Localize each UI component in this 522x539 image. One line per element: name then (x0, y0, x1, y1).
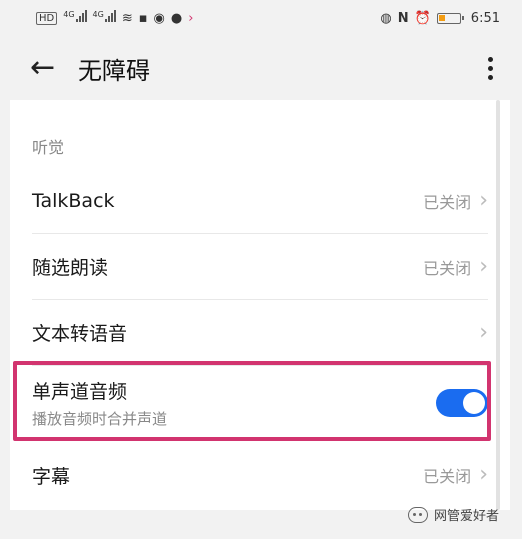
row-label: TalkBack (32, 189, 115, 212)
settings-panel: 听觉 TalkBack 已关闭 › 随选朗读 已关闭 › 文本转语音 › 单声道… (10, 100, 510, 510)
wifi-icon: ≋ (121, 10, 133, 26)
row-right: 已关闭 › (423, 255, 488, 279)
scrollbar[interactable] (496, 100, 500, 510)
chevron-right-icon: › (479, 319, 488, 345)
row-mono-audio[interactable]: 单声道音频 播放音频时合并声道 (32, 364, 488, 442)
status-time: 6:51 (470, 10, 500, 26)
cell-signal-1: 4G (63, 10, 87, 26)
alarm-icon: ⏰ (414, 10, 431, 26)
chevron-right-icon: › (479, 187, 488, 213)
row-talkback[interactable]: TalkBack 已关闭 › (32, 168, 488, 234)
net1-label: 4G (63, 10, 75, 19)
row-text-to-speech[interactable]: 文本转语音 › (32, 300, 488, 366)
status-bar: HD 4G 4G ≋ ▪ ◉ ● › ◍ N ⏰ 6:51 (0, 0, 522, 36)
signal-icon (75, 10, 87, 22)
row-label: 字幕 (32, 465, 71, 488)
row-label: 文本转语音 (32, 323, 128, 345)
row-right: 已关闭 › (423, 189, 488, 213)
toggle-knob (463, 392, 485, 414)
watermark-text: 网管爱好者 (434, 509, 500, 524)
row-status: 已关闭 (423, 258, 472, 278)
row-status: 已关闭 (423, 467, 472, 486)
status-left: HD 4G 4G ≋ ▪ ◉ ● › (36, 10, 193, 26)
nfc-icon: N (397, 10, 409, 26)
net2-label: 4G (92, 10, 104, 19)
vibrate-icon: ◍ (380, 10, 392, 26)
hd-badge: HD (36, 11, 58, 25)
status-right: ◍ N ⏰ 6:51 (380, 11, 500, 26)
app-header: ← 无障碍 (0, 36, 522, 100)
mono-audio-title: 单声道音频 (32, 381, 128, 403)
battery-icon (436, 12, 464, 24)
wechat-icon (408, 506, 428, 523)
row-status: 已关闭 (423, 192, 472, 212)
app-icon-2: ● (170, 10, 183, 26)
row-captions[interactable]: 字幕 已关闭 › (32, 442, 488, 508)
row-right: 已关闭 › (423, 463, 488, 487)
watermark: 网管爱好者 (408, 505, 499, 524)
row-label: 随选朗读 (32, 257, 109, 279)
app-icon: ◉ (153, 10, 165, 26)
row-select-to-speak[interactable]: 随选朗读 已关闭 › (32, 234, 488, 300)
notify-arrow-icon: › (188, 10, 194, 26)
mono-audio-toggle[interactable] (436, 389, 488, 417)
briefcase-icon: ▪ (138, 10, 148, 26)
row-right: › (471, 319, 488, 345)
chevron-right-icon: › (479, 462, 488, 487)
chevron-right-icon: › (479, 253, 488, 279)
more-vert-icon[interactable] (478, 56, 502, 80)
mono-audio-text: 单声道音频 播放音频时合并声道 (32, 377, 167, 429)
mono-audio-subtitle: 播放音频时合并声道 (32, 410, 168, 428)
page-title: 无障碍 (78, 56, 150, 85)
signal-icon (104, 10, 116, 22)
cell-signal-2: 4G (93, 10, 116, 26)
section-header-hearing: 听觉 (32, 138, 65, 157)
back-arrow-icon[interactable]: ← (30, 53, 78, 83)
